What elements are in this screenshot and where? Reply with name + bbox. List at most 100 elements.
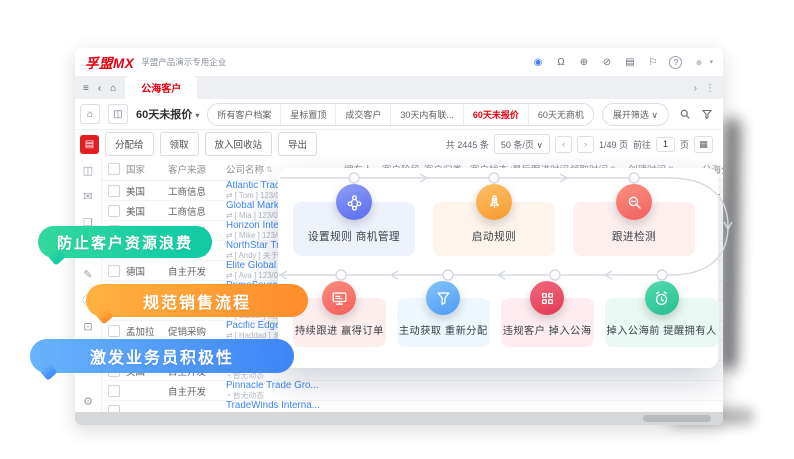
filter-pill[interactable]: 所有客户档案 xyxy=(208,104,280,125)
prev-page-button[interactable]: ‹ xyxy=(555,136,572,153)
sidebar-item-customers-active[interactable]: ▤ xyxy=(80,135,99,154)
table-row[interactable]: TradeWinds Interna...⇄ [ Lucas ] 零件清... xyxy=(102,401,723,412)
filterbar-right-icons xyxy=(679,108,713,120)
filter-pill[interactable]: 成交客户 xyxy=(335,104,390,125)
workflow-step: 设置规则 商机管理 xyxy=(293,184,415,256)
total-count: 共 2445 条 xyxy=(446,138,489,151)
page-size-select[interactable]: 50 条/页 ∨ xyxy=(494,134,550,154)
download-icon[interactable]: ⊕ xyxy=(577,57,590,68)
bell-icon[interactable]: ⚐ xyxy=(646,57,659,68)
help-icon[interactable]: ? xyxy=(669,56,682,69)
eye-icon[interactable]: ◉ xyxy=(531,57,544,68)
cell-source: 自主开发 xyxy=(168,384,226,398)
workflow-step: 违规客户 掉入公海 xyxy=(501,281,594,347)
company-sub: ◔ 暂无动态 xyxy=(226,392,341,400)
dice-icon xyxy=(530,281,564,315)
select-all-checkbox[interactable] xyxy=(108,163,120,175)
tabs-overflow-icon[interactable]: › xyxy=(694,83,697,94)
cell-country: 德国 xyxy=(126,264,168,278)
table-row[interactable]: 自主开发Pinnacle Trade Gro...◔ 暂无动态 xyxy=(102,381,723,401)
magnifier-icon xyxy=(616,184,652,220)
row-checkbox[interactable] xyxy=(108,265,120,277)
goto-label: 前往 xyxy=(633,138,651,151)
avatar-icon[interactable]: ● xyxy=(692,55,705,69)
chat-icon[interactable]: ⊡ xyxy=(83,322,92,333)
expand-filters-button[interactable]: 展开筛选 ∨ xyxy=(602,103,669,126)
action-buttons: 分配给领取放入回收站导出 xyxy=(105,132,317,156)
cell-country: 美国 xyxy=(126,204,168,218)
company-link[interactable]: TradeWinds Interna... xyxy=(226,401,341,411)
filter-pill[interactable]: 60天无商机 xyxy=(528,104,593,125)
ribbon-text: 规范销售流程 xyxy=(143,289,251,313)
workflow-step: 跟进检测 xyxy=(573,184,695,256)
home-view-icon[interactable]: ⌂ xyxy=(80,104,100,124)
action-button-导出[interactable]: 导出 xyxy=(278,132,317,156)
rocket-icon xyxy=(476,184,512,220)
column-header-label: 客户来源 xyxy=(168,162,206,176)
filter-funnel-icon[interactable] xyxy=(701,108,713,120)
cell-country: 美国 xyxy=(126,184,168,198)
workflow-overlay-card: 设置规则 商机管理启动规则跟进检测 持续跟进 赢得订单主动获取 重新分配违规客户… xyxy=(278,168,718,368)
funnel-icon xyxy=(426,281,460,315)
company-link[interactable]: Pinnacle Trade Gro... xyxy=(226,381,341,391)
quick-filter-group: 所有客户档案星标置顶成交客户30天内有联...60天未报价60天无商机 xyxy=(207,103,594,126)
home-icon[interactable]: ⌂ xyxy=(110,83,116,99)
edit-icon[interactable]: ✎ xyxy=(83,270,92,281)
action-bar: ▤ 分配给领取放入回收站导出 共 2445 条 50 条/页 ∨ ‹ › 1/4… xyxy=(75,130,723,158)
screenshot-stage: 孚盟MX 孚盟产品演示专用企业 ◉Ω⊕⊘▤⚐?●▾ ≡ ‹ ⌂ 公海客户 › ⋮… xyxy=(0,0,794,459)
gear-icon[interactable]: ⚙ xyxy=(83,397,93,408)
headset-icon[interactable]: Ω xyxy=(554,57,567,68)
column-header-label: 国家 xyxy=(126,162,145,176)
workflow-step: 持续跟进 赢得订单 xyxy=(293,281,386,347)
filter-pill[interactable]: 30天内有联... xyxy=(390,104,463,125)
sidebar-toggle-icon[interactable]: ≡ xyxy=(83,83,89,99)
row-checkbox[interactable] xyxy=(108,385,120,397)
monitor-icon xyxy=(322,281,356,315)
row-checkbox[interactable] xyxy=(108,205,120,217)
tab-menu-icon[interactable]: ⋮ xyxy=(705,83,715,94)
view-switch-icon[interactable]: ◫ xyxy=(108,104,128,124)
cell-company: Pinnacle Trade Gro...◔ 暂无动态 xyxy=(226,381,344,399)
goto-page-input[interactable] xyxy=(656,137,675,152)
row-checkbox[interactable] xyxy=(108,325,120,337)
cell-source: 促销采购 xyxy=(168,324,226,338)
filter-pill[interactable]: 星标置顶 xyxy=(280,104,335,125)
ribbon-standardize-sales: 规范销售流程 xyxy=(86,284,308,317)
org-structure-icon[interactable]: ◫ xyxy=(83,166,93,177)
back-icon[interactable]: ‹ xyxy=(98,83,101,99)
mail-icon[interactable]: ✉ xyxy=(83,192,92,203)
page-range: 1/49 页 xyxy=(599,138,628,151)
action-button-放入回收站[interactable]: 放入回收站 xyxy=(205,132,273,156)
column-header[interactable]: 国家 xyxy=(126,162,168,176)
tabbar-right-icons: › ⋮ xyxy=(694,83,715,99)
sort-icon[interactable]: ⇅ xyxy=(266,165,273,174)
workflow-step: 启动规则 xyxy=(433,184,555,256)
action-button-分配给[interactable]: 分配给 xyxy=(105,132,154,156)
row-checkbox[interactable] xyxy=(108,405,120,413)
search-icon[interactable] xyxy=(679,108,691,120)
row-checkbox[interactable] xyxy=(108,185,120,197)
current-view-label: 60天未报价 xyxy=(136,109,192,121)
column-header[interactable]: 客户来源 xyxy=(168,162,226,176)
blocked-icon[interactable]: ⊘ xyxy=(600,57,613,68)
ribbon-motivate-sales: 激发业务员积极性 xyxy=(30,339,294,373)
filter-pill[interactable]: 60天未报价 xyxy=(463,104,528,125)
cell-country: 孟加拉 xyxy=(126,324,168,338)
workflow-step: 掉入公海前 提醒拥有人 xyxy=(605,281,719,347)
cell-company: TradeWinds Interna...⇄ [ Lucas ] 零件清... xyxy=(226,401,344,412)
ribbon-prevent-waste: 防止客户资源浪费 xyxy=(38,226,212,258)
goto-unit: 页 xyxy=(680,138,689,151)
workflow-top-steps: 设置规则 商机管理启动规则跟进检测 xyxy=(293,184,695,256)
workflow-bottom-steps: 持续跟进 赢得订单主动获取 重新分配违规客户 掉入公海掉入公海前 提醒拥有人 xyxy=(293,281,711,347)
column-settings-icon[interactable]: ▦ xyxy=(694,136,713,153)
cell-source: 工商信息 xyxy=(168,204,226,218)
ribbon-text: 防止客户资源浪费 xyxy=(57,232,193,253)
current-view-dropdown[interactable]: 60天未报价 ▾ xyxy=(136,106,199,122)
action-button-领取[interactable]: 领取 xyxy=(160,132,199,156)
list-icon[interactable]: ▤ xyxy=(623,57,636,68)
chevron-down-icon: ▾ xyxy=(709,58,713,66)
next-page-button[interactable]: › xyxy=(577,136,594,153)
tab-public-sea-customers[interactable]: 公海客户 xyxy=(125,76,197,99)
horizontal-scroll-thumb[interactable] xyxy=(643,415,711,422)
app-topbar: 孚盟MX 孚盟产品演示专用企业 ◉Ω⊕⊘▤⚐?●▾ xyxy=(75,48,723,76)
